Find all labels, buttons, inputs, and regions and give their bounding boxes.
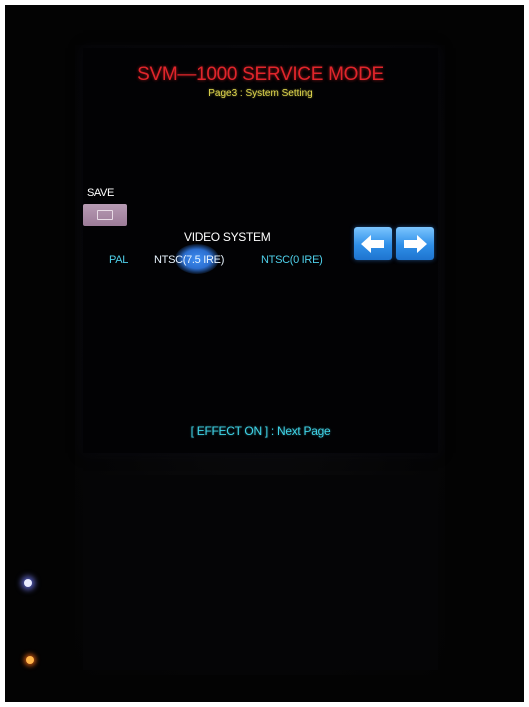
save-button[interactable] xyxy=(83,204,127,226)
arrow-left-icon xyxy=(361,234,384,253)
footer-hint: [ EFFECT ON ] : Next Page xyxy=(190,424,331,438)
option-ntsc-7-5-ire[interactable]: NTSC(7.5 IRE) xyxy=(154,254,224,266)
option-ntsc-0-ire[interactable]: NTSC(0 IRE) xyxy=(261,254,323,266)
save-icon xyxy=(97,210,113,220)
status-led-orange xyxy=(26,656,34,664)
power-led-blue xyxy=(24,579,32,587)
arrow-right-icon xyxy=(404,234,427,253)
page-subtitle: Page3 : System Setting xyxy=(208,88,313,99)
option-pal[interactable]: PAL xyxy=(109,254,128,266)
save-label: SAVE xyxy=(87,187,114,199)
device-photo: SVM—1000 SERVICE MODE Page3 : System Set… xyxy=(5,5,524,702)
screen-lower-area xyxy=(83,475,438,670)
next-page-button[interactable] xyxy=(396,227,434,260)
page-title: SVM—1000 SERVICE MODE xyxy=(137,64,384,85)
video-system-heading: VIDEO SYSTEM xyxy=(184,230,271,244)
previous-page-button[interactable] xyxy=(354,227,392,260)
service-mode-screen: SVM—1000 SERVICE MODE Page3 : System Set… xyxy=(83,48,438,453)
